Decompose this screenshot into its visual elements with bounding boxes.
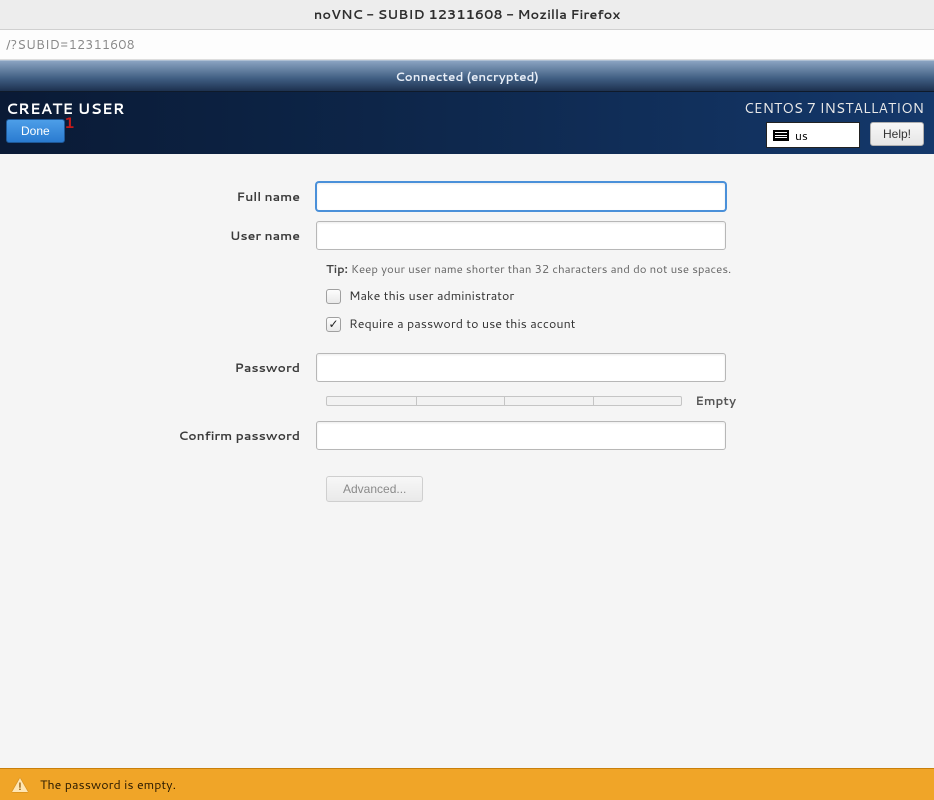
- password-label: Password: [0, 359, 316, 377]
- password-strength-bar: [326, 396, 682, 406]
- keyboard-layout-label: us: [795, 127, 808, 144]
- confirm-password-label: Confirm password: [0, 427, 316, 445]
- username-row: User name: [0, 221, 934, 250]
- password-row: Password: [0, 353, 934, 382]
- password-strength-label: Empty: [690, 392, 736, 409]
- main-content: Full name User name Tip: Keep your user …: [0, 154, 934, 768]
- anaconda-header: CREATE USER CENTOS 7 INSTALLATION Done 1…: [0, 92, 934, 154]
- confirm-password-input[interactable]: [316, 421, 726, 450]
- tip-text: Keep your user name shorter than 32 char…: [348, 260, 731, 277]
- warning-message: The password is empty.: [40, 776, 176, 794]
- username-label: User name: [0, 227, 316, 245]
- warning-icon: [12, 778, 28, 792]
- username-input[interactable]: [316, 221, 726, 250]
- tip-prefix: Tip:: [326, 260, 348, 277]
- fullname-row: Full name: [0, 182, 934, 211]
- fullname-label: Full name: [0, 188, 316, 206]
- help-button[interactable]: Help!: [870, 122, 924, 146]
- keyboard-layout-selector[interactable]: us: [766, 122, 860, 148]
- window-title: noVNC - SUBID 12311608 - Mozilla Firefox: [314, 6, 620, 24]
- done-annotation: 1: [64, 112, 75, 133]
- warning-bar: The password is empty.: [0, 768, 934, 800]
- url-text: /?SUBID=12311608: [6, 36, 135, 54]
- require-password-label: Require a password to use this account: [349, 315, 576, 333]
- password-strength-row: Empty: [326, 392, 736, 409]
- password-input[interactable]: [316, 353, 726, 382]
- installer-title: CENTOS 7 INSTALLATION: [744, 98, 924, 118]
- vnc-status-bar: Connected (encrypted): [0, 60, 934, 92]
- done-button[interactable]: Done: [6, 119, 65, 143]
- admin-checkbox-row: Make this user administrator: [326, 287, 934, 305]
- require-password-row: Require a password to use this account: [326, 315, 934, 333]
- require-password-checkbox[interactable]: [326, 317, 341, 332]
- url-bar[interactable]: /?SUBID=12311608: [0, 30, 934, 60]
- fullname-input[interactable]: [316, 182, 726, 211]
- admin-checkbox-label: Make this user administrator: [349, 287, 514, 305]
- advanced-button[interactable]: Advanced...: [326, 476, 423, 502]
- admin-checkbox[interactable]: [326, 289, 341, 304]
- confirm-password-row: Confirm password: [0, 421, 934, 450]
- keyboard-icon: [773, 130, 789, 141]
- window-title-bar: noVNC - SUBID 12311608 - Mozilla Firefox: [0, 0, 934, 30]
- vnc-status-text: Connected (encrypted): [395, 68, 539, 85]
- username-tip: Tip: Keep your user name shorter than 32…: [326, 260, 934, 277]
